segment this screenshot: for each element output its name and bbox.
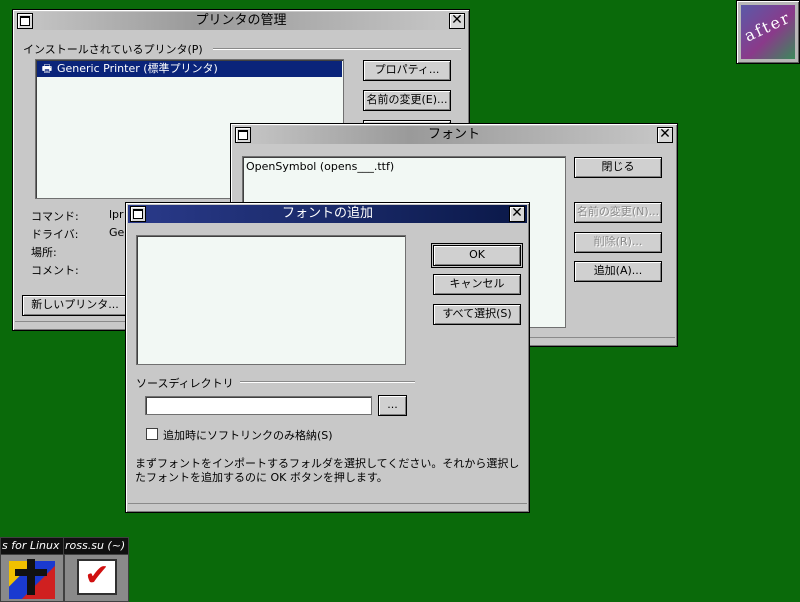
taskbar-item[interactable]: s for Linux [0,537,64,555]
fonts-titlebar[interactable]: フォント ✕ [233,126,675,144]
add-font-dialog: フォントの追加 ✕ OK キャンセル すべて選択(S) ソースディレクトリ ..… [125,202,530,513]
command-value: lpr [109,208,124,221]
printer-icon: 🖶 [41,62,53,75]
checkmark-app-icon[interactable]: ✔ [64,554,129,602]
rename-printer-button[interactable]: 名前の変更(E)... [363,90,451,111]
comment-label: コメント: [31,264,79,277]
printer-manager-titlebar[interactable]: プリンタの管理 ✕ [15,12,467,30]
window-menu-icon[interactable] [130,206,146,222]
driver-label: ドライバ: [31,228,79,241]
fonts-close-button[interactable]: 閉じる [574,157,662,178]
installed-printers-divider [213,48,461,50]
browse-button[interactable]: ... [378,395,407,416]
close-icon[interactable]: ✕ [509,206,525,222]
fonts-title: フォント [427,127,480,142]
window-menu-icon[interactable] [17,13,33,29]
taskbar-item-label: ross.su (~) [65,539,126,552]
new-font-list[interactable] [136,235,406,365]
properties-button[interactable]: プロパティ... [363,60,451,81]
cross-icon [27,559,35,595]
font-rename-button[interactable]: 名前の変更(N)... [574,202,662,223]
cancel-button[interactable]: キャンセル [433,274,521,295]
app-launcher-icon[interactable] [0,554,64,602]
softlink-checkbox[interactable] [146,428,158,440]
add-font-titlebar[interactable]: フォントの追加 ✕ [128,205,527,223]
window-menu-icon[interactable] [235,127,251,143]
font-list-item[interactable]: OpenSymbol (opens___.ttf) [246,160,394,174]
afterstep-logo[interactable]: after [736,0,800,64]
printer-list-item[interactable]: 🖶 Generic Printer (標準プリンタ) [37,61,342,77]
taskbar-item-label: s for Linux [2,539,60,552]
taskbar-item[interactable]: ross.su (~) [63,537,129,555]
add-font-title: フォントの追加 [281,206,373,221]
checkmark-screen: ✔ [77,559,117,595]
softlink-checkbox-label[interactable]: 追加時にソフトリンクのみ格納(S) [163,427,333,443]
taskbar: s for Linux ross.su (~) ✔ [0,537,129,602]
printer-name: Generic Printer (標準プリンタ) [57,62,218,75]
location-label: 場所: [31,246,57,259]
close-icon[interactable]: ✕ [657,127,673,143]
close-icon[interactable]: ✕ [449,13,465,29]
font-delete-button[interactable]: 削除(R)... [574,232,662,253]
command-label: コマンド: [31,210,79,223]
select-all-button[interactable]: すべて選択(S) [433,304,521,325]
source-dir-label: ソースディレクトリ [136,377,234,390]
ok-button[interactable]: OK [431,243,523,268]
font-add-button[interactable]: 追加(A)... [574,261,662,282]
installed-printers-label: インストールされているプリンタ(P) [23,43,203,56]
add-font-statusbar [128,503,527,510]
source-dir-input[interactable] [145,396,372,415]
printer-manager-title: プリンタの管理 [195,13,287,28]
instructions-line-2: たフォントを追加するのに OK ボタンを押します。 [135,471,388,484]
cross-icon-bar [15,569,47,576]
source-dir-divider [240,381,415,383]
new-printer-button[interactable]: 新しいプリンタ... [22,295,128,316]
